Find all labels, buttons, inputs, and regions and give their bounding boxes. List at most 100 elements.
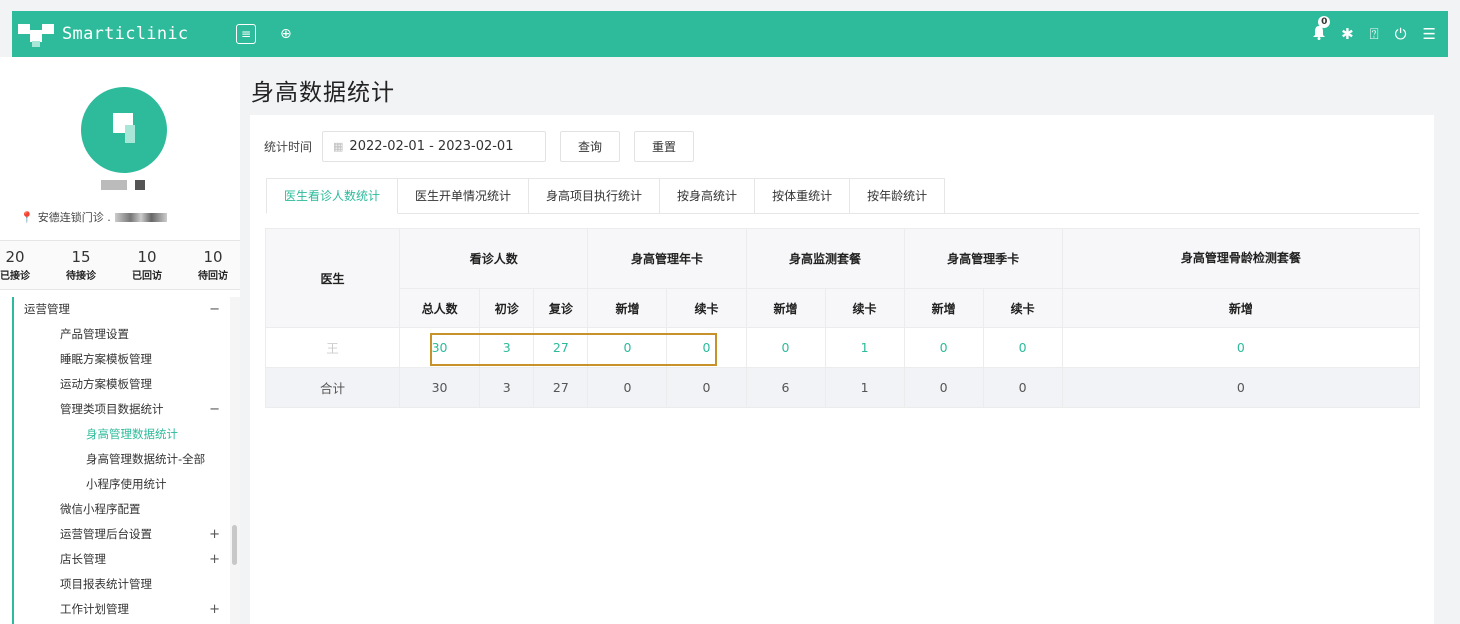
sidebar-nav-item[interactable]: 小程序使用统计 xyxy=(14,472,230,497)
column-header: 总人数 xyxy=(398,288,481,328)
avatar[interactable] xyxy=(81,87,167,173)
page-title: 身高数据统计 xyxy=(251,80,395,106)
sidebar-nav-label: 睡眠方案模板管理 xyxy=(60,352,152,366)
stat-item[interactable]: 10 已回访 xyxy=(132,241,162,289)
table-row: 王 30 3 27 0 0 0 1 0 0 0 xyxy=(265,327,1421,368)
sidebar-nav-item[interactable]: 店长管理 + xyxy=(14,547,230,572)
sidebar-nav-label: 产品管理设置 xyxy=(60,327,129,341)
table-cell-link[interactable]: 27 xyxy=(533,327,589,368)
column-header: 新增 xyxy=(1061,288,1421,328)
collapse-icon[interactable]: − xyxy=(209,297,220,322)
sidebar-nav-label: 工作计划管理 xyxy=(60,602,129,616)
sidebar-nav-label: 小程序使用统计 xyxy=(86,477,167,491)
sidebar-nav-item[interactable]: 运动方案模板管理 xyxy=(14,372,230,397)
doctor-header: 医生 xyxy=(265,228,400,328)
sidebar-nav-item[interactable]: 管理类项目数据统计 − xyxy=(14,397,230,422)
total-cell: 3 xyxy=(479,367,535,408)
top-bar: Smarticlinic ≡ ⊕ 0 ✱ ⍰ ⏻ ☰ xyxy=(12,11,1448,57)
sidebar-nav-item[interactable]: 运营管理后台设置 + xyxy=(14,522,230,547)
column-header: 续卡 xyxy=(982,288,1063,328)
clinic-name: 安德连锁门诊 . xyxy=(37,211,111,224)
total-cell: 0 xyxy=(587,367,668,408)
logo-icon xyxy=(18,24,54,47)
sidebar-nav-item[interactable]: 产品管理设置 xyxy=(14,322,230,347)
filter-bar: 统计时间 ▦ 2022-02-01 - 2023-02-01 查询 重置 xyxy=(264,131,695,162)
date-range-input[interactable]: ▦ 2022-02-01 - 2023-02-01 xyxy=(322,131,547,162)
collapse-icon[interactable]: − xyxy=(209,397,220,422)
tab-item[interactable]: 按身高统计 xyxy=(660,178,756,214)
logo[interactable]: Smarticlinic xyxy=(12,21,236,47)
doctor-cell: 王 xyxy=(265,327,400,368)
column-header: 续卡 xyxy=(824,288,905,328)
sidebar-nav-item[interactable]: 身高管理数据统计 xyxy=(14,422,230,447)
tab-item[interactable]: 身高项目执行统计 xyxy=(529,178,661,214)
tab-item[interactable]: 按年龄统计 xyxy=(850,178,946,214)
sidebar-nav-item[interactable]: 睡眠方案模板管理 xyxy=(14,347,230,372)
table-cell-link[interactable]: 30 xyxy=(398,327,481,368)
gear-icon[interactable]: ✱ xyxy=(1341,26,1354,42)
stat-label: 已回访 xyxy=(132,271,162,282)
clinic-location: 📍 安德连锁门诊 . xyxy=(20,209,167,225)
sidebar-nav-item[interactable]: 项目报表统计管理 xyxy=(14,572,230,597)
column-header: 复诊 xyxy=(533,288,589,328)
stats-table: 医生 看诊人数 身高管理年卡 身高监测套餐 身高管理季卡 身高管理骨龄检测套餐 总人数 初诊… xyxy=(265,228,1421,408)
stat-item[interactable]: 20 已接诊 xyxy=(0,241,30,289)
sidebar-nav-item[interactable]: 工作计划管理 + xyxy=(14,597,230,622)
sidebar-nav-label: 管理类项目数据统计 xyxy=(60,402,164,416)
tab-bar: 医生看诊人数统计 医生开单情况统计 身高项目执行统计 按身高统计 按体重统计 按年龄统计 xyxy=(266,178,1419,214)
tab-item[interactable]: 医生开单情况统计 xyxy=(398,178,530,214)
table-cell-link[interactable]: 0 xyxy=(666,327,747,368)
tab-item[interactable]: 按体重统计 xyxy=(755,178,851,214)
sidebar: 📍 安德连锁门诊 . 20 已接诊 15 待接诊 10 已回访 10 待回访 运营管理 − 产品管… xyxy=(0,57,240,624)
stat-item[interactable]: 15 待接诊 xyxy=(66,241,96,289)
tab-item[interactable]: 医生看诊人数统计 xyxy=(266,178,399,214)
sidebar-nav-item[interactable]: 微信小程序配置 xyxy=(14,497,230,522)
sidebar-nav-label: 项目报表统计管理 xyxy=(60,577,152,591)
stat-label: 已接诊 xyxy=(0,271,30,282)
sidebar-nav-item[interactable]: 身高管理数据统计-全部 xyxy=(14,447,230,472)
group-header: 看诊人数 xyxy=(398,228,589,289)
sidebar-scroll-thumb[interactable] xyxy=(232,525,237,565)
sidebar-nav-label: 身高管理数据统计-全部 xyxy=(86,452,206,466)
expand-icon[interactable]: + xyxy=(209,522,220,547)
expand-icon[interactable]: + xyxy=(209,597,220,622)
calendar-icon: ▦ xyxy=(333,140,344,153)
sidebar-nav-label: 运营管理后台设置 xyxy=(60,527,152,541)
table-cell-link[interactable]: 3 xyxy=(479,327,535,368)
reset-button[interactable]: 重置 xyxy=(634,131,695,162)
location-pin-icon: 📍 xyxy=(20,210,34,224)
group-header: 身高管理季卡 xyxy=(903,228,1063,289)
total-label: 合计 xyxy=(265,367,400,408)
hamburger-icon[interactable]: ≡ xyxy=(236,24,256,44)
power-icon[interactable]: ⏻ xyxy=(1395,26,1407,42)
total-cell: 27 xyxy=(533,367,589,408)
table-cell-link[interactable]: 1 xyxy=(824,327,905,368)
expand-icon[interactable]: + xyxy=(209,547,220,572)
sidebar-nav-item[interactable]: 运营管理 − xyxy=(14,297,230,322)
help-icon[interactable]: ⍰ xyxy=(1370,26,1379,42)
sidebar-scrollbar[interactable] xyxy=(230,297,240,624)
total-cell: 0 xyxy=(666,367,747,408)
total-cell: 0 xyxy=(903,367,984,408)
stat-item[interactable]: 10 待回访 xyxy=(198,241,228,289)
sidebar-nav-label: 运动方案模板管理 xyxy=(60,377,152,391)
plus-circle-icon[interactable]: ⊕ xyxy=(280,26,292,42)
table-cell-link[interactable]: 0 xyxy=(982,327,1063,368)
notification-badge: 0 xyxy=(1318,15,1331,28)
query-button[interactable]: 查询 xyxy=(560,131,621,162)
bell-icon[interactable]: 0 xyxy=(1313,15,1331,43)
total-row: 合计 30 3 27 0 0 6 1 0 0 0 xyxy=(265,367,1421,408)
date-range-value: 2022-02-01 - 2023-02-01 xyxy=(349,139,514,154)
total-cell: 1 xyxy=(824,367,905,408)
table-cell-link[interactable]: 0 xyxy=(1061,327,1421,368)
list-icon[interactable]: ☰ xyxy=(1423,26,1436,42)
table-cell-link[interactable]: 0 xyxy=(903,327,984,368)
group-header: 身高管理年卡 xyxy=(587,228,747,289)
table-cell-link[interactable]: 0 xyxy=(745,327,826,368)
table-cell-link[interactable]: 0 xyxy=(587,327,668,368)
column-header: 新增 xyxy=(587,288,668,328)
stat-number: 10 xyxy=(137,248,157,266)
column-header: 新增 xyxy=(745,288,826,328)
group-header: 身高管理骨龄检测套餐 xyxy=(1061,228,1421,289)
total-cell: 30 xyxy=(398,367,481,408)
